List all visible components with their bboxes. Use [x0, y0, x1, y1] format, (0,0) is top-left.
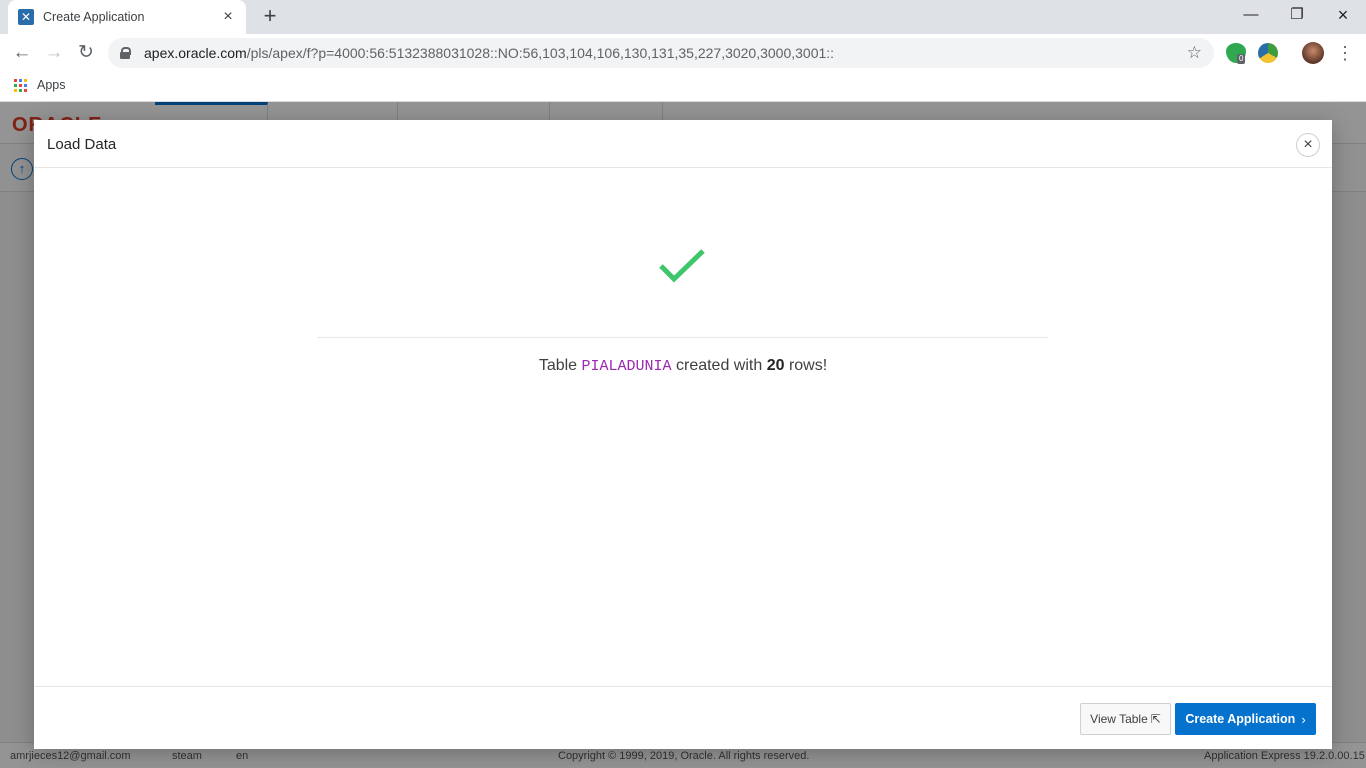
view-table-label: View Table [1090, 712, 1148, 726]
url-path: /pls/apex/f?p=4000:56:5132388031028::NO:… [246, 45, 835, 61]
apex-favicon-icon: ✕ [18, 9, 34, 25]
forward-icon[interactable]: → [40, 39, 68, 67]
view-table-button[interactable]: View Table ⇱ [1080, 703, 1171, 735]
apps-grid-icon [14, 78, 27, 92]
browser-menu-icon[interactable]: ⋮ [1336, 40, 1354, 66]
reload-icon[interactable]: ↻ [72, 39, 100, 67]
extension-badge: 0 [1237, 54, 1246, 64]
table-name: PIALADUNIA [581, 358, 672, 375]
chevron-right-icon: › [1301, 711, 1306, 727]
tab-close-icon[interactable]: × [220, 9, 236, 25]
dialog-separator [317, 337, 1048, 338]
message-middle: created with [675, 357, 763, 374]
back-icon[interactable]: ← [8, 39, 36, 67]
shield-extension-icon[interactable]: 0 [1226, 43, 1246, 64]
address-bar[interactable]: apex.oracle.com/pls/apex/f?p=4000:56:513… [108, 38, 1214, 68]
new-tab-icon[interactable]: + [258, 5, 282, 29]
success-check-icon [659, 249, 705, 283]
success-message: Table PIALADUNIA created with 20 rows! [34, 357, 1332, 375]
create-application-button[interactable]: Create Application › [1175, 703, 1316, 735]
create-application-label: Create Application [1185, 712, 1296, 726]
restore-icon[interactable]: ❐ [1274, 0, 1320, 30]
lock-icon [120, 47, 131, 59]
url-text[interactable]: apex.oracle.com/pls/apex/f?p=4000:56:513… [144, 45, 1187, 61]
minimize-icon[interactable]: — [1228, 0, 1274, 30]
browser-tab[interactable]: ✕ Create Application × [8, 0, 246, 34]
load-data-dialog: Load Data × Table PIALADUNIA created wit… [34, 120, 1332, 749]
browser-toolbar: ← → ↻ apex.oracle.com/pls/apex/f?p=4000:… [0, 34, 1366, 72]
window-close-icon[interactable]: × [1320, 0, 1366, 30]
dialog-close-icon[interactable]: × [1296, 133, 1320, 157]
row-count: 20 [766, 357, 785, 374]
dialog-title: Load Data [47, 136, 117, 153]
profile-avatar[interactable] [1302, 42, 1324, 64]
extension-icon[interactable] [1258, 43, 1278, 63]
browser-tabstrip: ✕ Create Application × + — ❐ × [0, 0, 1366, 34]
message-suffix: rows! [788, 357, 828, 374]
dialog-header: Load Data × [34, 120, 1332, 168]
bookmarks-bar: Apps [0, 72, 1366, 102]
url-host: apex.oracle.com [144, 45, 247, 61]
message-prefix: Table [538, 357, 578, 374]
external-link-icon: ⇱ [1150, 712, 1161, 726]
apps-label: Apps [37, 78, 66, 92]
apps-shortcut[interactable]: Apps [14, 78, 66, 92]
dialog-footer: View Table ⇱ Create Application › [34, 686, 1332, 749]
tab-title: Create Application [43, 10, 145, 24]
bookmark-star-icon[interactable]: ☆ [1187, 43, 1202, 63]
